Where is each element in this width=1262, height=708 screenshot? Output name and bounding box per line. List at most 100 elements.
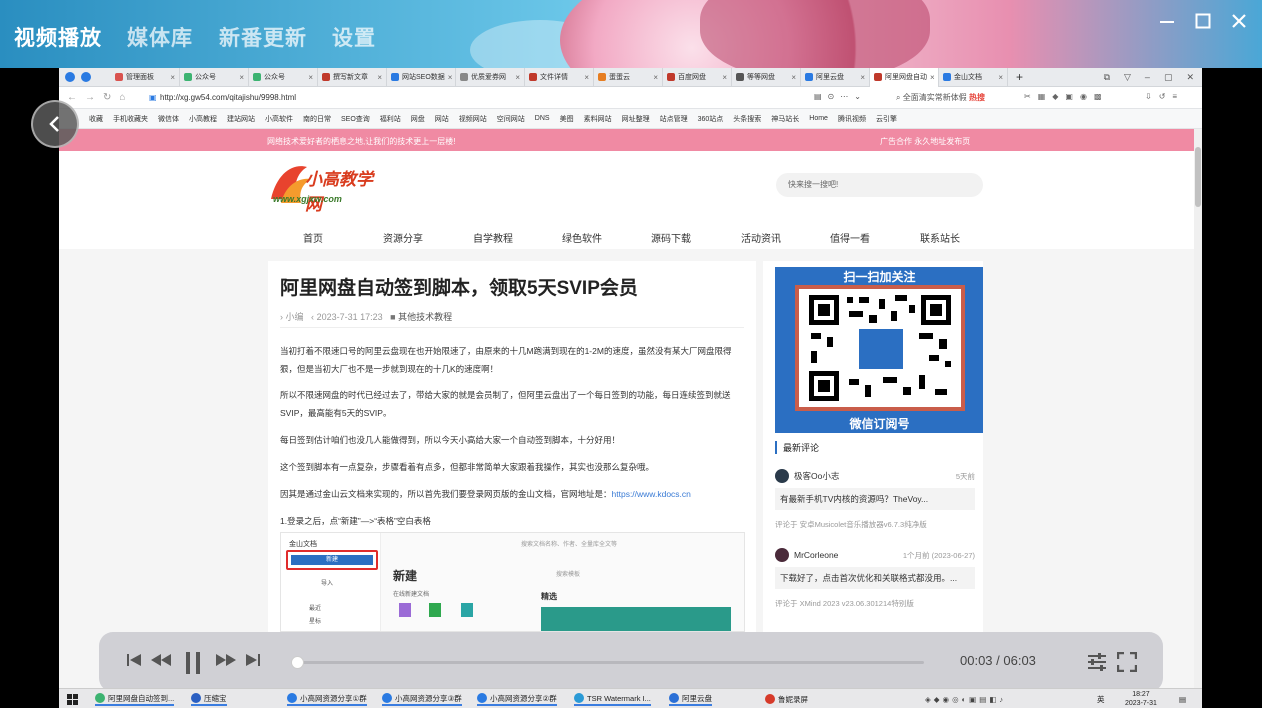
comment-ref[interactable]: 评论于 XMind 2023 v23.06.301214特别版 — [775, 598, 975, 609]
notification-icon[interactable]: ▤ — [1179, 692, 1186, 706]
bookmark-item[interactable]: 站点管理 — [660, 114, 688, 124]
taskbar-item[interactable]: 小高网资源分享③群 — [382, 692, 462, 706]
comment-text[interactable]: 下载好了，点击首次优化和关联格式都没用。... — [775, 567, 975, 589]
tray-icons[interactable]: ◈◆◉◎◐▣▤◧♪ — [925, 692, 1006, 706]
skip-to-end-icon[interactable] — [245, 652, 261, 672]
bookmark-item[interactable]: SEO查询 — [341, 114, 370, 124]
nav-buttons-icon[interactable]: ←→↻⌂ — [67, 92, 133, 103]
system-clock[interactable]: 18:27 2023-7-31 — [1125, 690, 1157, 708]
bookmark-item[interactable]: 网址整理 — [622, 114, 650, 124]
browser-tab[interactable]: 公众号 × — [249, 68, 318, 87]
minimize-icon[interactable] — [1152, 6, 1182, 36]
bookmark-item[interactable]: 小高教程 — [189, 114, 217, 124]
bookmark-item[interactable]: 网站 — [435, 114, 449, 124]
browser-tab[interactable]: 优质爱券网 × — [456, 68, 525, 87]
comment-author[interactable]: MrCorleone — [794, 550, 838, 560]
bookmark-item[interactable]: 云引擎 — [876, 114, 897, 124]
bookmark-item[interactable]: 南的日常 — [303, 114, 331, 124]
bookmark-item[interactable]: 视频网站 — [459, 114, 487, 124]
bookmark-item[interactable]: 腾讯视频 — [838, 114, 866, 124]
nav-item-events[interactable]: 活动资讯 — [741, 230, 781, 245]
scrollbar-thumb[interactable] — [1195, 147, 1201, 207]
bookmark-item[interactable]: 素料网站 — [584, 114, 612, 124]
skip-to-start-icon[interactable] — [126, 652, 142, 672]
avatar[interactable] — [775, 469, 789, 483]
bookmark-item[interactable]: 微信体 — [158, 114, 179, 124]
browser-tab[interactable]: 蛋蛋云 × — [594, 68, 663, 87]
url-field[interactable]: http://xg.gw54.com/qitajishu/9998.html — [160, 93, 296, 102]
page-scrollbar[interactable] — [1194, 129, 1202, 688]
bookmark-item[interactable]: 福利站 — [380, 114, 401, 124]
bookmark-item[interactable]: 手机收藏夹 — [113, 114, 148, 124]
comment-text[interactable]: 有最新手机TV内核的资源吗？TheVoy... — [775, 488, 975, 510]
nav-item-source[interactable]: 源码下载 — [651, 230, 691, 245]
pause-icon[interactable] — [184, 652, 202, 678]
tab-media-library[interactable]: 媒体库 — [127, 22, 193, 52]
browser-window-controls[interactable]: ⧉ ▽ – ▢ ✕ — [1104, 72, 1202, 83]
browser-tab[interactable]: 网站SEO数据 × — [387, 68, 456, 87]
fullscreen-icon[interactable] — [1116, 651, 1138, 676]
browser-tab[interactable]: 等等网盘 × — [732, 68, 801, 87]
maximize-icon[interactable] — [1188, 6, 1218, 36]
comment-author[interactable]: 极客Oo小志 — [794, 470, 839, 482]
browser-tab[interactable]: 阿里云盘 × — [801, 68, 870, 87]
kdocs-link[interactable]: https://www.kdocs.cn — [612, 489, 691, 499]
back-button[interactable] — [31, 100, 79, 148]
article-category[interactable]: 其他技术教程 — [398, 312, 452, 322]
bookmark-item[interactable]: DNS — [535, 115, 550, 122]
tab-settings[interactable]: 设置 — [332, 22, 376, 52]
nav-item-software[interactable]: 绿色软件 — [562, 230, 602, 245]
nav-item-contact[interactable]: 联系站长 — [920, 230, 960, 245]
notice-links[interactable]: 广告合作 永久地址发布页 — [880, 136, 970, 147]
bookmark-item[interactable]: 美图 — [560, 114, 574, 124]
address-tools-icon[interactable]: ▤⊙⋯⌄ — [814, 92, 867, 101]
ime-indicator[interactable]: 英 — [1097, 692, 1105, 706]
bookmark-item[interactable]: 360站点 — [698, 114, 724, 124]
toolbar-right-icons[interactable]: ⇩↺≡ — [1145, 92, 1184, 101]
fast-forward-icon[interactable] — [215, 652, 237, 672]
taskbar-item[interactable]: 小高网资源分享②群 — [477, 692, 557, 706]
nav-item-home[interactable]: 首页 — [303, 230, 323, 245]
nav-item-resources[interactable]: 资源分享 — [383, 230, 423, 245]
comment-ref[interactable]: 评论于 安卓Musicolet音乐播放器v6.7.3纯净版 — [775, 519, 975, 530]
browser-tab[interactable]: 百度网盘 × — [663, 68, 732, 87]
close-icon[interactable] — [1224, 6, 1254, 36]
browser-tab[interactable]: 文件详情 × — [525, 68, 594, 87]
bookmark-item[interactable]: 收藏 — [89, 114, 103, 124]
article-author[interactable]: 小编 — [286, 312, 304, 322]
progress-bar[interactable] — [291, 656, 924, 669]
start-icon[interactable] — [67, 692, 78, 706]
tab-new-anime[interactable]: 新番更新 — [219, 22, 307, 52]
taskbar-item[interactable]: TSR Watermark I... — [574, 692, 651, 706]
progress-knob[interactable] — [291, 656, 305, 669]
new-tab-icon[interactable]: + — [1008, 70, 1031, 84]
bookmark-item[interactable]: 小高软件 — [265, 114, 293, 124]
taskbar-item[interactable]: 阿里网盘自动签到... — [95, 692, 175, 706]
bookmark-item[interactable]: 空间网站 — [497, 114, 525, 124]
hot-search-label: 热搜 — [968, 93, 985, 102]
bookmark-item[interactable]: Home — [809, 115, 828, 122]
site-info-icon[interactable]: ▣ — [149, 93, 157, 102]
equalizer-icon[interactable] — [1086, 652, 1108, 676]
taskbar-item[interactable]: 鲁妮录屏 — [765, 692, 808, 706]
bookmark-item[interactable]: 神马站长 — [771, 114, 799, 124]
browser-tab[interactable]: 管理面板 × — [111, 68, 180, 87]
rewind-icon[interactable] — [150, 652, 172, 672]
browser-tab[interactable]: 金山文档 × — [939, 68, 1008, 87]
extension-icons[interactable]: ✂▦◆▣◉▩ — [1024, 92, 1109, 101]
browser-tab[interactable]: 公众号 × — [180, 68, 249, 87]
taskbar-item[interactable]: 阿里云盘 — [669, 692, 712, 706]
bookmark-item[interactable]: 建站网站 — [227, 114, 255, 124]
site-logo[interactable]: 小高教学网 www.xgjxw.com — [267, 159, 385, 214]
site-search-input[interactable]: 快来搜一搜吧! — [776, 173, 983, 197]
nav-item-tutorials[interactable]: 自学教程 — [473, 230, 513, 245]
browser-tab-active[interactable]: 阿里网盘自动 × — [870, 68, 939, 87]
bookmark-item[interactable]: 网盘 — [411, 114, 425, 124]
avatar[interactable] — [775, 548, 789, 562]
nav-item-worth[interactable]: 值得一看 — [830, 230, 870, 245]
tab-video-playback[interactable]: 视频播放 — [14, 22, 102, 52]
browser-tab[interactable]: 撰写新文章 × — [318, 68, 387, 87]
taskbar-item[interactable]: 压缩宝 — [191, 692, 227, 706]
bookmark-item[interactable]: 头条搜索 — [733, 114, 761, 124]
taskbar-item[interactable]: 小高网资源分享①群 — [287, 692, 367, 706]
